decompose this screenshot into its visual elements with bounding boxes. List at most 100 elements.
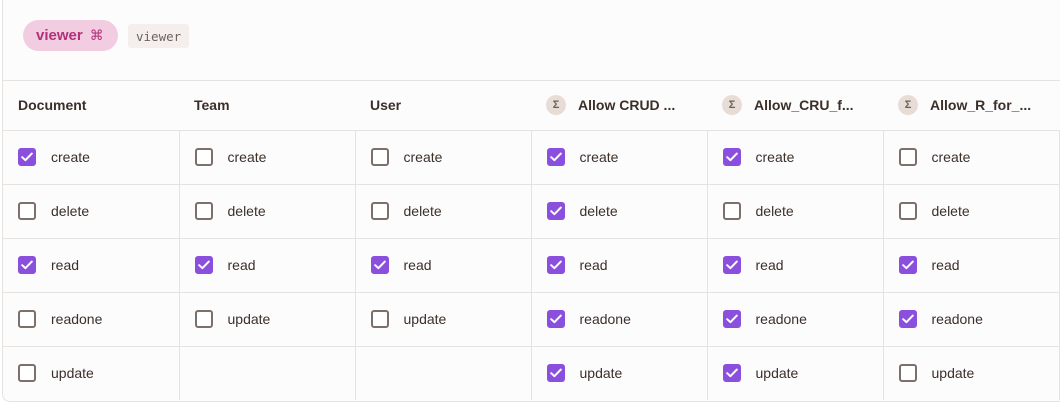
checkmark-icon (197, 260, 210, 270)
permission-cell: create (531, 130, 708, 185)
checkbox-unchecked[interactable] (18, 310, 36, 328)
permission-label: readone (51, 311, 103, 327)
column-header: Σ Allow_R_for_... (883, 81, 1059, 131)
table-row: readone update update readone readone readone (3, 292, 1060, 347)
permission-cell: update (355, 292, 532, 347)
permission-label: update (755, 365, 799, 382)
permission-label: create (579, 149, 619, 165)
permission-cell: update (3, 346, 180, 400)
checkbox-checked[interactable] (546, 256, 565, 274)
permission-cell: read (707, 238, 884, 293)
permission-cell: create (179, 130, 356, 185)
checkbox-unchecked[interactable] (18, 202, 36, 220)
permission-cell: create (355, 130, 532, 185)
checkbox-unchecked[interactable] (898, 364, 917, 383)
checkmark-icon (549, 314, 562, 324)
permission-cell: create (707, 130, 884, 185)
permission-cell: read (883, 238, 1060, 293)
permission-label: delete (51, 203, 90, 219)
permission-label: readone (755, 311, 807, 327)
column-header-label: Team (194, 97, 230, 114)
permission-cell: create (3, 130, 180, 185)
permission-cell: update (883, 346, 1060, 400)
role-code-badge: viewer (128, 24, 190, 48)
table-header-row: Document Team User Σ Allow CRUD ... Σ Allow_CR… (3, 81, 1059, 131)
column-header: Σ Allow CRUD ... (531, 81, 707, 131)
checkbox-unchecked[interactable] (18, 364, 36, 383)
permission-cell (179, 346, 356, 400)
checkbox-checked[interactable] (722, 148, 741, 166)
permission-cell: create (883, 130, 1060, 185)
permissions-card: viewer ⌘ viewer Document Team User Σ Allow C… (2, 0, 1060, 402)
checkbox-unchecked[interactable] (370, 310, 389, 328)
checkbox-checked[interactable] (18, 148, 36, 166)
checkbox-unchecked[interactable] (370, 202, 389, 220)
checkmark-icon (901, 314, 914, 324)
checkmark-icon (373, 260, 386, 270)
permissions-table: Document Team User Σ Allow CRUD ... Σ Allow_CR… (3, 81, 1060, 400)
checkbox-checked[interactable] (722, 256, 741, 274)
permission-cell: read (179, 238, 356, 293)
permission-cell: delete (179, 184, 356, 239)
permission-label: read (227, 257, 256, 273)
checkbox-unchecked[interactable] (194, 202, 213, 220)
permission-label: delete (227, 203, 266, 219)
permission-cell: delete (531, 184, 708, 239)
checkbox-unchecked[interactable] (898, 202, 917, 220)
checkbox-checked[interactable] (546, 202, 565, 220)
checkbox-checked[interactable] (370, 256, 389, 274)
permission-label: delete (403, 203, 442, 219)
table-row: create create create create create create (3, 130, 1060, 185)
checkbox-checked[interactable] (546, 364, 565, 383)
checkmark-icon (725, 368, 738, 378)
permission-label: create (403, 149, 443, 165)
permission-cell: readone (3, 292, 180, 347)
checkbox-checked[interactable] (898, 310, 917, 328)
checkbox-checked[interactable] (18, 256, 36, 274)
sigma-icon: Σ (546, 95, 566, 116)
checkbox-unchecked[interactable] (898, 148, 917, 166)
column-header: Team (179, 81, 355, 131)
column-header-label: User (370, 97, 402, 114)
permission-label: create (931, 149, 971, 165)
permission-cell: read (355, 238, 532, 293)
permission-label: update (931, 365, 975, 382)
checkbox-checked[interactable] (546, 148, 565, 166)
permission-cell: delete (707, 184, 884, 239)
permission-label: delete (755, 203, 794, 219)
checkmark-icon (549, 152, 562, 162)
permission-cell: delete (3, 184, 180, 239)
permission-label: read (403, 257, 432, 273)
checkbox-checked[interactable] (898, 256, 917, 274)
checkbox-unchecked[interactable] (722, 202, 741, 220)
checkmark-icon (549, 260, 562, 270)
table-row: update update update update (3, 346, 1060, 400)
command-icon: ⌘ (89, 27, 104, 43)
checkmark-icon (549, 368, 562, 378)
role-pill[interactable]: viewer ⌘ (23, 20, 118, 51)
permission-label: create (227, 149, 267, 165)
checkmark-icon (549, 206, 562, 216)
permission-cell: update (179, 292, 356, 347)
sigma-icon: Σ (898, 95, 918, 116)
table-row: delete delete delete delete delete delete (3, 184, 1060, 239)
checkbox-checked[interactable] (722, 364, 741, 383)
permission-label: update (403, 311, 447, 327)
checkbox-checked[interactable] (722, 310, 741, 328)
table-row: read read read read read read (3, 238, 1060, 293)
checkbox-unchecked[interactable] (370, 148, 389, 166)
checkbox-unchecked[interactable] (194, 148, 213, 166)
permission-cell: readone (883, 292, 1060, 347)
checkmark-icon (21, 152, 33, 162)
permission-label: readone (931, 311, 983, 327)
column-header: Document (3, 81, 179, 131)
column-header-label: Allow_R_for_... (930, 97, 1032, 114)
table-body: create create create create create create dele… (3, 130, 1060, 400)
permission-cell (355, 346, 532, 400)
column-header-label: Allow CRUD ... (578, 97, 676, 114)
checkbox-checked[interactable] (546, 310, 565, 328)
checkbox-checked[interactable] (194, 256, 213, 274)
permission-label: read (51, 257, 80, 273)
checkbox-unchecked[interactable] (194, 310, 213, 328)
permission-label: read (931, 257, 960, 273)
